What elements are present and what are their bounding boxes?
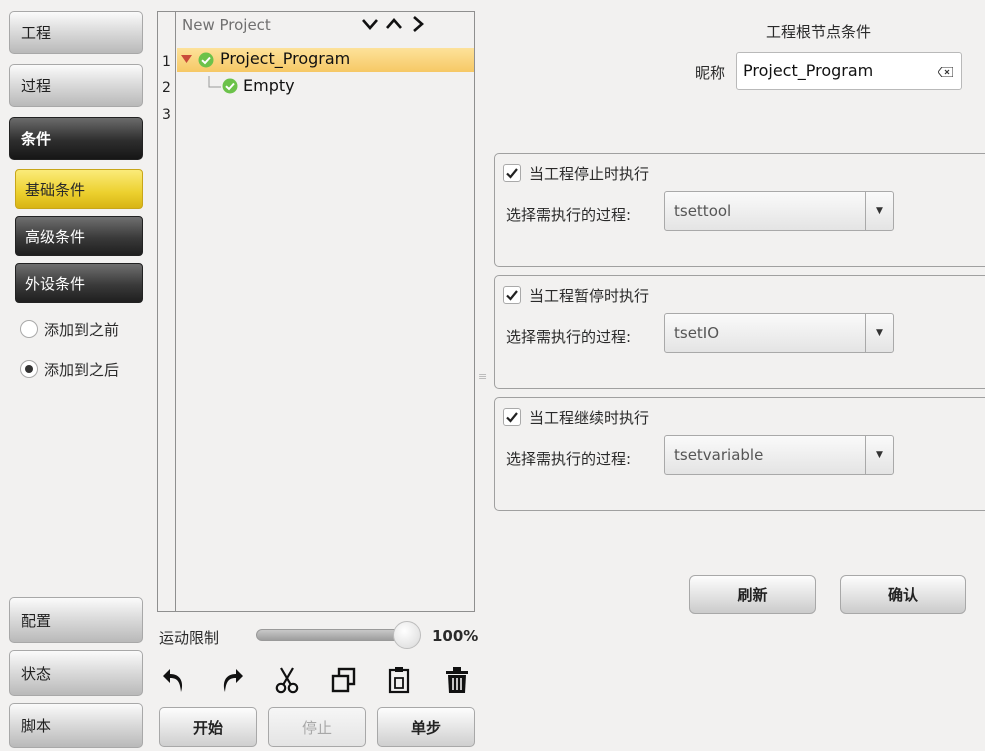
tree-node-label: Empty xyxy=(243,76,295,95)
nav-status-button[interactable]: 状态 xyxy=(9,650,143,696)
nav-project-button[interactable]: 工程 xyxy=(9,11,143,54)
checkmark-icon xyxy=(506,290,518,301)
dropdown-arrow-icon: ▼ xyxy=(865,436,893,474)
line-number-gutter: 1 2 3 xyxy=(158,12,176,611)
add-after-label: 添加到之后 xyxy=(44,360,120,379)
paste-icon[interactable] xyxy=(385,665,415,695)
start-button-label: 开始 xyxy=(192,718,223,737)
on-pause-select-label: 选择需执行的过程: xyxy=(506,328,632,346)
tree-header-title: New Project xyxy=(182,16,271,34)
motion-limit-slider-handle[interactable] xyxy=(393,621,421,649)
motion-limit-slider-track[interactable] xyxy=(256,629,408,641)
on-stop-selected-value: tsettool xyxy=(674,202,732,220)
expand-triangle-icon[interactable] xyxy=(181,55,192,65)
on-stop-select-label: 选择需执行的过程: xyxy=(506,206,632,224)
checkmark-icon xyxy=(506,168,518,179)
nav-script-label: 脚本 xyxy=(21,717,52,735)
cut-icon[interactable] xyxy=(272,665,302,695)
on-stop-group: 当工程停止时执行 选择需执行的过程: tsettool ▼ xyxy=(494,153,985,267)
advanced-condition-label: 高级条件 xyxy=(25,227,86,246)
on-resume-selected-value: tsetvariable xyxy=(674,446,764,464)
copy-icon[interactable] xyxy=(329,665,359,695)
nav-config-button[interactable]: 配置 xyxy=(9,597,143,643)
undo-icon[interactable] xyxy=(160,665,190,695)
nav-process-label: 过程 xyxy=(21,77,52,95)
line-number: 2 xyxy=(162,80,171,96)
basic-condition-label: 基础条件 xyxy=(25,180,86,199)
nav-process-button[interactable]: 过程 xyxy=(9,64,143,107)
tree-node-project-program[interactable]: Project_Program xyxy=(177,48,474,72)
nav-project-label: 工程 xyxy=(21,24,52,42)
dropdown-arrow-icon: ▼ xyxy=(865,192,893,230)
on-resume-group: 当工程继续时执行 选择需执行的过程: tsetvariable ▼ xyxy=(494,397,985,511)
on-resume-title: 当工程继续时执行 xyxy=(529,409,650,427)
on-resume-process-select[interactable]: tsetvariable ▼ xyxy=(664,435,894,475)
step-button-label: 单步 xyxy=(410,718,441,737)
line-number: 1 xyxy=(162,54,171,70)
add-before-label: 添加到之前 xyxy=(44,320,120,339)
on-resume-checkbox[interactable] xyxy=(503,408,521,426)
stop-button-label: 停止 xyxy=(301,718,332,737)
motion-limit-value: 100% xyxy=(432,627,479,645)
nav-config-label: 配置 xyxy=(21,611,52,630)
refresh-button-label: 刷新 xyxy=(737,586,768,604)
on-stop-title: 当工程停止时执行 xyxy=(529,165,650,183)
nickname-value: Project_Program xyxy=(743,61,874,80)
nav-script-button[interactable]: 脚本 xyxy=(9,703,143,748)
peripheral-condition-label: 外设条件 xyxy=(25,274,86,293)
chevron-down-icon[interactable] xyxy=(358,14,382,39)
on-pause-title: 当工程暂停时执行 xyxy=(529,287,650,305)
program-tree-panel[interactable]: 1 2 3 New Project Project_Program Empty xyxy=(157,11,475,612)
refresh-button[interactable]: 刷新 xyxy=(689,575,816,614)
confirm-button[interactable]: 确认 xyxy=(840,575,966,614)
clear-input-icon[interactable] xyxy=(938,67,953,77)
tree-connector-icon xyxy=(208,76,221,88)
on-pause-checkbox[interactable] xyxy=(503,286,521,304)
nickname-label: 昵称 xyxy=(695,64,726,82)
confirm-button-label: 确认 xyxy=(887,586,918,604)
nav-condition-label: 条件 xyxy=(21,130,52,148)
chevron-up-icon[interactable] xyxy=(382,14,406,39)
stop-button[interactable]: 停止 xyxy=(268,707,366,747)
on-stop-checkbox[interactable] xyxy=(503,164,521,182)
check-circle-icon xyxy=(222,78,238,94)
advanced-condition-button[interactable]: 高级条件 xyxy=(15,216,143,256)
on-pause-process-select[interactable]: tsetIO ▼ xyxy=(664,313,894,353)
nav-status-label: 状态 xyxy=(21,664,52,683)
start-button[interactable]: 开始 xyxy=(159,707,257,747)
on-resume-select-label: 选择需执行的过程: xyxy=(506,450,632,468)
on-stop-process-select[interactable]: tsettool ▼ xyxy=(664,191,894,231)
dropdown-arrow-icon: ▼ xyxy=(865,314,893,352)
line-number: 3 xyxy=(162,107,171,123)
tree-nav-controls xyxy=(358,14,430,39)
nickname-input[interactable]: Project_Program xyxy=(736,52,962,90)
motion-limit-label: 运动限制 xyxy=(159,629,220,647)
check-circle-icon xyxy=(198,52,214,68)
radio-unchecked-icon xyxy=(20,320,38,338)
peripheral-condition-button[interactable]: 外设条件 xyxy=(15,263,143,303)
basic-condition-button[interactable]: 基础条件 xyxy=(15,169,143,209)
checkmark-icon xyxy=(506,412,518,423)
step-button[interactable]: 单步 xyxy=(377,707,475,747)
page-title: 工程根节点条件 xyxy=(766,23,872,41)
on-pause-group: 当工程暂停时执行 选择需执行的过程: tsetIO ▼ xyxy=(494,275,985,389)
nav-condition-button[interactable]: 条件 xyxy=(9,117,143,160)
trash-icon[interactable] xyxy=(442,665,472,695)
splitter-grip-icon[interactable]: ≡ xyxy=(478,370,487,383)
radio-checked-icon xyxy=(20,360,38,378)
redo-icon[interactable] xyxy=(216,665,246,695)
add-before-radio[interactable]: 添加到之前 xyxy=(20,318,119,340)
chevron-right-icon[interactable] xyxy=(406,14,430,39)
on-pause-selected-value: tsetIO xyxy=(674,324,720,342)
tree-node-label: Project_Program xyxy=(220,49,351,68)
add-after-radio[interactable]: 添加到之后 xyxy=(20,358,119,380)
tree-node-empty[interactable]: Empty xyxy=(177,74,474,98)
